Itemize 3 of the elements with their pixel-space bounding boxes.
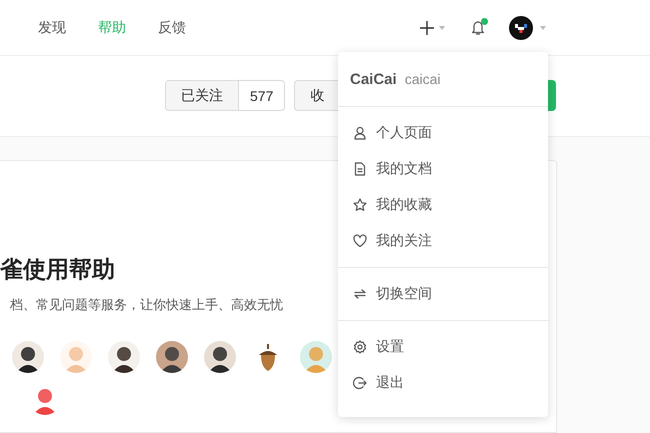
user-handle: caicai [404, 71, 440, 87]
help-description: 档、常见问题等服务，让你快速上手、高效无忧 [10, 296, 284, 314]
help-title: 雀使用帮助 [0, 255, 116, 284]
